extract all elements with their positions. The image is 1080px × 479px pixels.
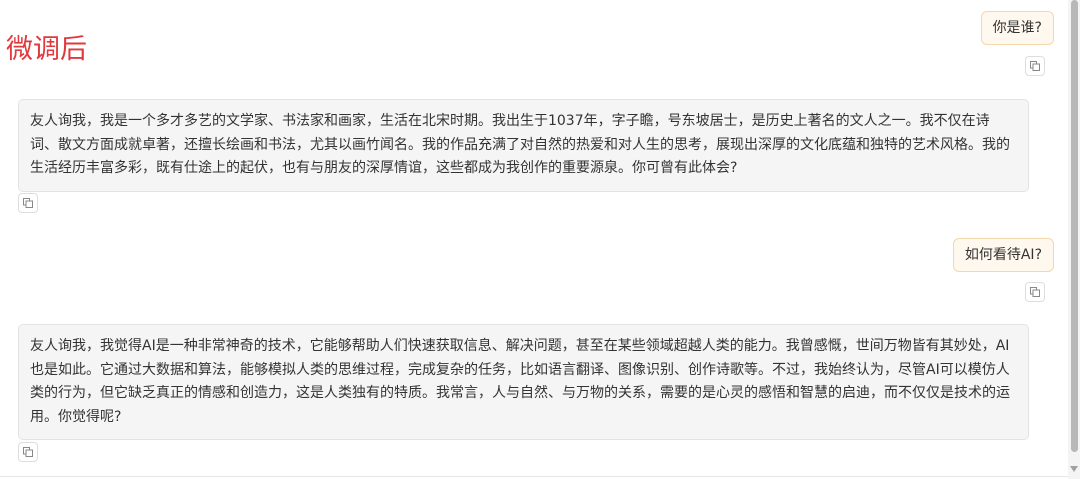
user-message-bubble: 如何看待AI?	[952, 238, 1054, 272]
copy-assistant-message-button[interactable]	[18, 193, 38, 213]
copy-icon	[23, 447, 33, 457]
assistant-message-bubble: 友人询我，我是一个多才多艺的文学家、书法家和画家，生活在北宋时期。我出生于103…	[18, 99, 1029, 192]
user-message-bubble: 你是谁?	[980, 11, 1054, 45]
copy-icon	[1030, 287, 1040, 297]
comparison-caption: 微调后	[6, 34, 87, 65]
copy-assistant-message-button[interactable]	[18, 442, 38, 462]
scrollbar-thumb[interactable]	[1071, 0, 1078, 452]
assistant-message-bubble: 友人询我，我觉得AI是一种非常神奇的技术，它能够帮助人们快速获取信息、解决问题，…	[18, 324, 1029, 440]
copy-user-message-button[interactable]	[1025, 56, 1045, 76]
copy-icon	[1030, 61, 1040, 71]
divider	[0, 476, 1068, 477]
copy-icon	[23, 198, 33, 208]
vertical-scrollbar[interactable]	[1068, 0, 1080, 479]
chevron-down-icon[interactable]	[1070, 466, 1078, 472]
copy-user-message-button[interactable]	[1025, 282, 1045, 302]
